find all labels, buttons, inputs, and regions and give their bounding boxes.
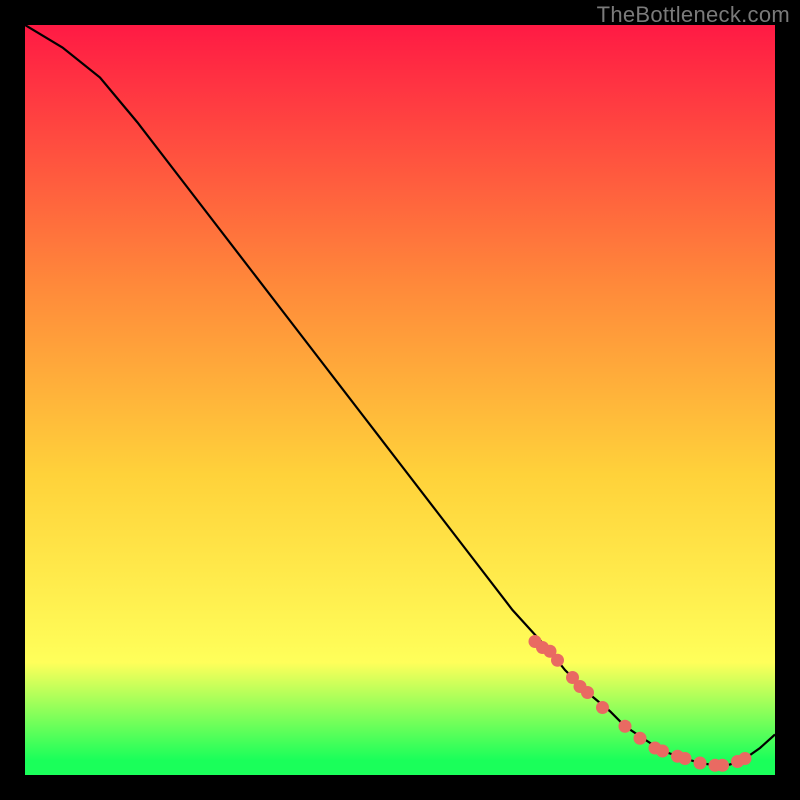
- marker-point: [634, 732, 647, 745]
- gradient-background: [25, 25, 775, 775]
- marker-point: [739, 752, 752, 765]
- chart-frame: TheBottleneck.com: [0, 0, 800, 800]
- marker-point: [716, 759, 729, 772]
- marker-point: [679, 752, 692, 765]
- marker-point: [694, 757, 707, 770]
- marker-point: [551, 654, 564, 667]
- bottleneck-plot: [25, 25, 775, 775]
- marker-point: [656, 745, 669, 758]
- marker-point: [619, 720, 632, 733]
- marker-point: [581, 686, 594, 699]
- marker-point: [596, 701, 609, 714]
